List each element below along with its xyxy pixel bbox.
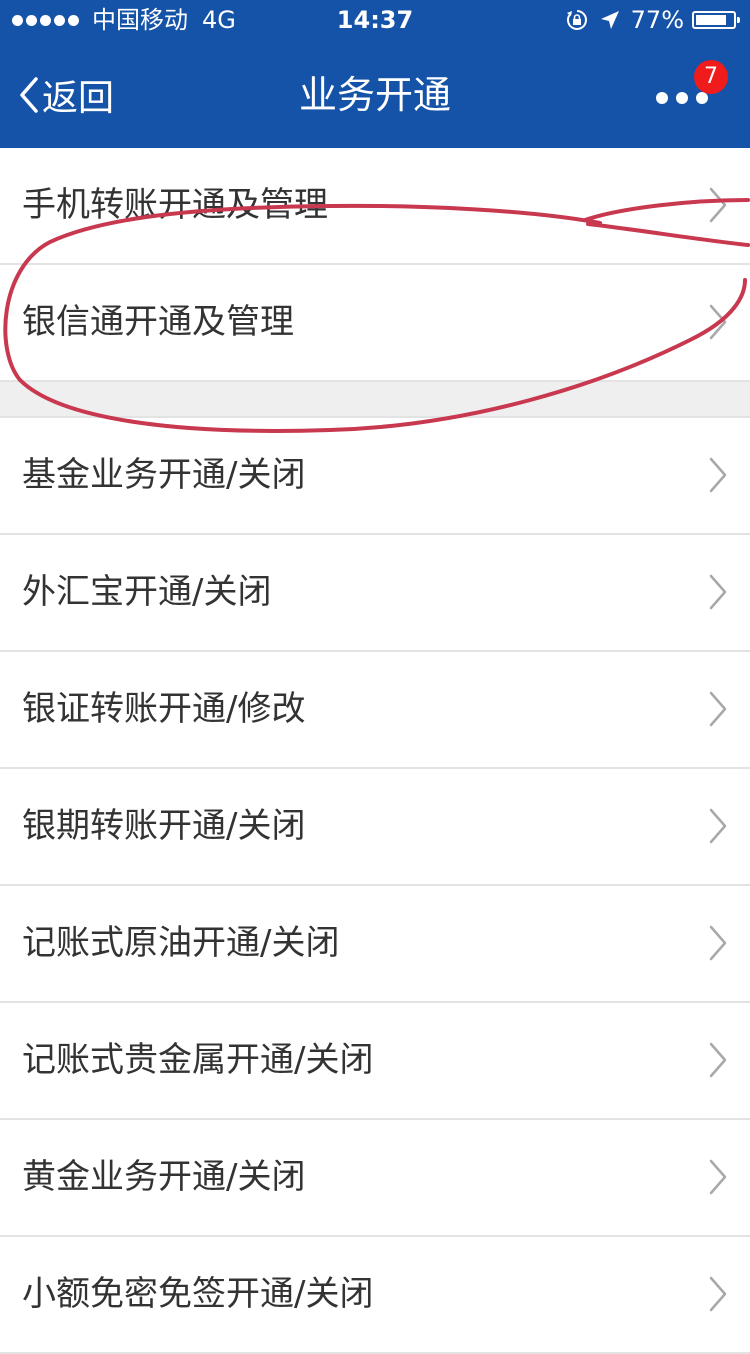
service-list: 手机转账开通及管理 银信通开通及管理 基金业务开通/关闭 外汇宝开通/关闭 银证… [0,148,750,1354]
list-item-fund[interactable]: 基金业务开通/关闭 [0,418,750,535]
more-dots-icon [656,92,668,104]
list-item-label: 黄金业务开通/关闭 [22,1157,306,1197]
list-item-label: 小额免密免签开通/关闭 [22,1274,374,1314]
chevron-right-icon [709,691,727,727]
list-item-label: 基金业务开通/关闭 [22,455,306,495]
back-label: 返回 [42,78,115,119]
chevron-right-icon [709,457,727,493]
battery-icon [692,11,740,29]
navigation-bar: 返回 业务开通 7 [0,40,750,148]
more-button[interactable]: 7 [648,60,728,120]
chevron-right-icon [709,808,727,844]
battery-percent: 77% [630,6,684,34]
more-dot [676,92,688,104]
list-item-bank-futures[interactable]: 银期转账开通/关闭 [0,769,750,886]
list-item-label: 记账式原油开通/关闭 [22,923,340,963]
list-item-label: 记账式贵金属开通/关闭 [22,1040,374,1080]
status-bar: 中国移动 4G 14:37 77% [0,0,750,40]
chevron-right-icon [709,574,727,610]
chevron-right-icon [709,1042,727,1078]
list-item-yinxintong[interactable]: 银信通开通及管理 [0,265,750,382]
list-item-label: 手机转账开通及管理 [22,185,328,225]
list-item-label: 银证转账开通/修改 [22,689,306,729]
chevron-right-icon [709,1276,727,1312]
list-item-gold[interactable]: 黄金业务开通/关闭 [0,1120,750,1237]
list-item-forex[interactable]: 外汇宝开通/关闭 [0,535,750,652]
list-item-crude-oil[interactable]: 记账式原油开通/关闭 [0,886,750,1003]
list-item-bank-securities[interactable]: 银证转账开通/修改 [0,652,750,769]
chevron-right-icon [709,1159,727,1195]
notification-badge: 7 [694,60,728,94]
list-item-mobile-transfer[interactable]: 手机转账开通及管理 [0,148,750,265]
status-right: 77% [565,0,740,40]
chevron-right-icon [709,925,727,961]
app-header: 中国移动 4G 14:37 77% 返回 业务开通 7 [0,0,750,148]
list-item-label: 银期转账开通/关闭 [22,806,306,846]
rotation-lock-icon [565,8,589,32]
list-item-label: 外汇宝开通/关闭 [22,572,272,612]
list-item-precious-metals[interactable]: 记账式贵金属开通/关闭 [0,1003,750,1120]
back-button[interactable]: 返回 [18,70,114,120]
chevron-right-icon [709,304,727,340]
chevron-right-icon [709,187,727,223]
location-arrow-icon [599,9,621,31]
section-gap [0,382,750,418]
list-item-label: 银信通开通及管理 [22,302,294,342]
more-dot [696,92,708,104]
list-item-small-amount-nopin[interactable]: 小额免密免签开通/关闭 [0,1237,750,1354]
chevron-left-icon [20,77,38,113]
